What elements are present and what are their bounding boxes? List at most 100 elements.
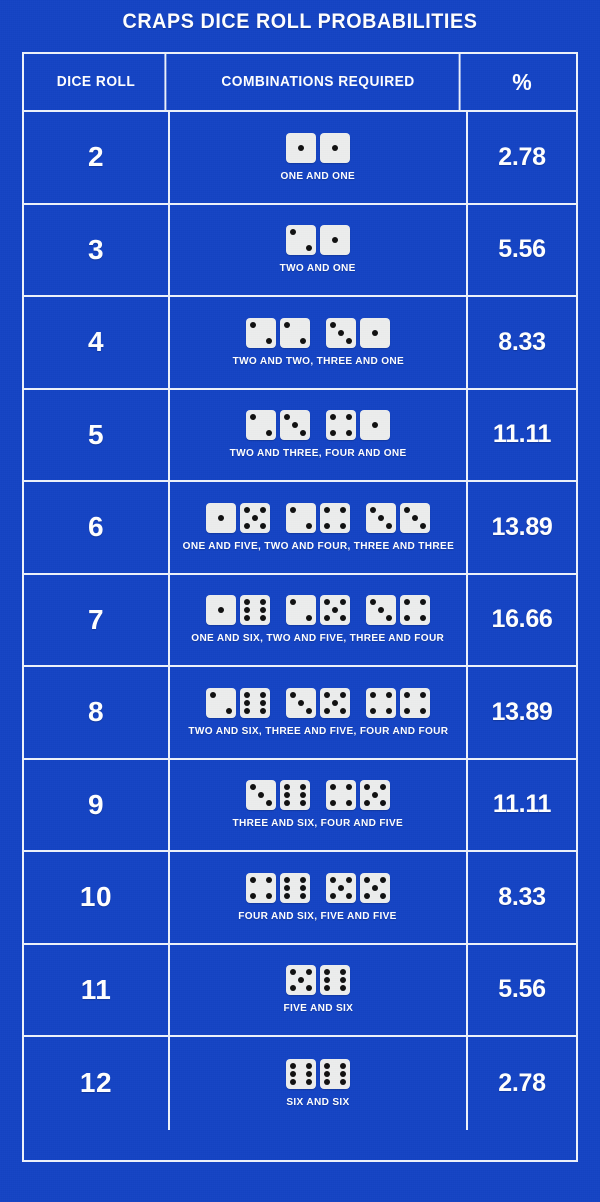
dice-pair	[286, 502, 350, 533]
die-pip	[244, 615, 250, 622]
die-pip	[284, 792, 290, 799]
percent-value: 16.66	[491, 605, 553, 634]
die-pip	[332, 699, 338, 706]
die-pip	[420, 691, 426, 698]
table-row: 10 FOUR AND SIX, FIVE AND FIVE 8.33	[24, 852, 576, 945]
percent-value: 13.89	[491, 512, 553, 541]
die-pip	[364, 876, 370, 883]
table-row: 12 SIX AND SIX 2.78	[24, 1037, 576, 1130]
die-pip	[298, 699, 304, 706]
percent-value: 11.11	[492, 420, 552, 449]
table-row: 9 THREE AND SIX, FOUR AND FIVE 11.11	[24, 759, 576, 852]
die-face-4	[246, 872, 276, 903]
cell-combinations: FIVE AND SIX	[170, 944, 468, 1035]
dice-pair	[366, 595, 430, 626]
die-pip	[420, 707, 426, 714]
die-pip	[346, 876, 352, 883]
die-pip	[260, 506, 266, 513]
die-pip	[260, 599, 266, 606]
die-pip	[284, 892, 290, 899]
cell-combinations: SIX AND SIX	[170, 1037, 468, 1130]
die-pip	[298, 977, 304, 984]
combination-label: TWO AND TWO, THREE AND ONE	[232, 354, 404, 367]
die-pip	[324, 977, 330, 984]
cell-percent: 2.78	[468, 112, 576, 203]
cell-combinations: TWO AND THREE, FOUR AND ONE	[170, 389, 468, 480]
die-pip	[250, 414, 256, 421]
dice-pair	[326, 780, 390, 811]
die-pip	[210, 691, 216, 698]
die-face-4	[326, 410, 356, 441]
die-pip	[404, 599, 410, 606]
die-pip	[386, 615, 392, 622]
die-pip	[372, 329, 378, 336]
die-pip	[290, 969, 296, 976]
die-pip	[364, 892, 370, 899]
combination-group: ONE AND FIVE, TWO AND FOUR, THREE AND TH…	[170, 502, 466, 552]
dice-pair	[206, 595, 270, 626]
dice-pair-list	[246, 410, 390, 441]
die-pip	[324, 506, 330, 513]
die-pip	[250, 876, 256, 883]
column-header-dice-roll: DICE ROLL	[28, 54, 167, 110]
cell-combinations: TWO AND ONE	[170, 204, 468, 295]
die-pip	[244, 522, 250, 529]
die-pip	[300, 800, 306, 807]
die-pip	[284, 414, 290, 421]
die-pip	[290, 506, 296, 513]
table-row: 4 TWO AND TWO, THREE AND ONE 8.33	[24, 297, 576, 390]
die-pip	[338, 329, 344, 336]
die-pip	[346, 430, 352, 437]
die-pip	[226, 707, 232, 714]
die-pip	[244, 699, 250, 706]
die-face-5	[286, 965, 316, 996]
die-pip	[324, 691, 330, 698]
die-pip	[340, 599, 346, 606]
dice-pair	[206, 687, 270, 718]
percent-value: 8.33	[498, 882, 546, 911]
die-face-3	[326, 317, 356, 348]
die-pip	[372, 792, 378, 799]
dice-pair	[286, 225, 350, 256]
die-pip	[300, 792, 306, 799]
dice-pair	[286, 1058, 350, 1089]
die-pip	[244, 506, 250, 513]
die-pip	[330, 876, 336, 883]
die-face-4	[320, 502, 350, 533]
die-pip	[412, 514, 418, 521]
column-header-percent: %	[512, 68, 532, 95]
combination-label: TWO AND SIX, THREE AND FIVE, FOUR AND FO…	[188, 724, 448, 737]
die-pip	[306, 707, 312, 714]
die-pip	[346, 892, 352, 899]
cell-percent: 8.33	[468, 297, 576, 388]
table-row: 11 FIVE AND SIX 5.56	[24, 944, 576, 1037]
die-face-6	[240, 595, 270, 626]
die-pip	[324, 615, 330, 622]
infographic-page: CRAPS DICE ROLL PROBABILITIES DICE ROLL …	[0, 0, 600, 1202]
die-face-6	[240, 687, 270, 718]
percent-value: 2.78	[498, 1068, 546, 1097]
combination-group: TWO AND TWO, THREE AND ONE	[170, 317, 466, 367]
die-pip	[340, 1062, 346, 1069]
dice-roll-value: 10	[79, 881, 113, 913]
die-pip	[340, 1070, 346, 1077]
die-face-5	[326, 872, 356, 903]
dice-pair-list	[206, 687, 430, 718]
die-pip	[300, 430, 306, 437]
die-face-3	[366, 595, 396, 626]
die-pip	[300, 337, 306, 344]
die-pip	[364, 784, 370, 791]
column-header-combinations: COMBINATIONS REQUIRED	[177, 54, 461, 110]
die-face-2	[280, 317, 310, 348]
cell-dice-roll: 11	[24, 944, 170, 1035]
die-pip	[380, 892, 386, 899]
table-header-row: DICE ROLL COMBINATIONS REQUIRED %	[24, 54, 576, 112]
die-face-1	[286, 132, 316, 163]
die-pip	[290, 229, 296, 236]
dice-pair	[326, 410, 390, 441]
combination-label: TWO AND THREE, FOUR AND ONE	[229, 447, 407, 460]
die-pip	[244, 691, 250, 698]
percent-value: 11.11	[492, 790, 552, 819]
combination-group: TWO AND ONE	[170, 225, 466, 274]
die-pip	[386, 707, 392, 714]
